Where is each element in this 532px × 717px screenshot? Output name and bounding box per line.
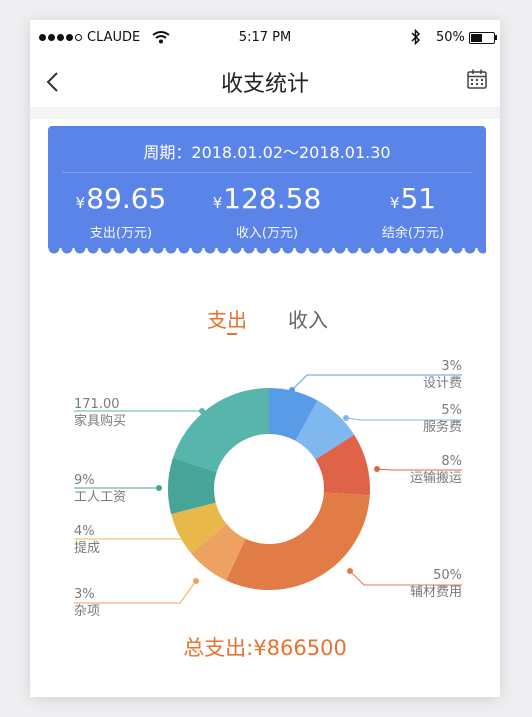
slice-name: 工人工资 — [74, 490, 127, 505]
slice-percent: 9% — [74, 473, 95, 488]
total-label: 总支出: — [183, 636, 254, 660]
leader-dot-5 — [188, 536, 194, 542]
slice-label-furniture: 171.00 家具购买 — [74, 396, 126, 430]
slice-name: 服务费 — [422, 420, 462, 435]
slice-name: 提成 — [74, 541, 101, 556]
total-value: 866500 — [266, 636, 347, 660]
slice-name: 杂项 — [74, 604, 101, 619]
total-currency: ¥ — [253, 636, 267, 660]
slice-percent: 8% — [441, 454, 462, 469]
slice-label-service: 5% 服务费 — [362, 402, 462, 436]
slice-label-wages: 9% 工人工资 — [74, 472, 126, 506]
leader-dot-3 — [347, 568, 353, 574]
slice-percent: 4% — [74, 524, 95, 539]
leader-dot-7 — [199, 408, 205, 414]
slice-percent: 3% — [74, 587, 95, 602]
donut-slice-7[interactable] — [172, 388, 269, 473]
slice-percent: 171.00 — [74, 397, 120, 412]
total-expense: 总支出:¥866500 — [30, 632, 500, 662]
leader-dot-4 — [193, 578, 199, 584]
slice-label-design: 3% 设计费 — [362, 358, 462, 392]
phone-screen: CLAUDE 5:17 PM 50% 收支统计 周期：2018.01.02～20… — [30, 20, 500, 697]
slice-label-transport: 8% 运输搬运 — [362, 453, 462, 487]
slice-percent: 5% — [441, 403, 462, 418]
slice-label-misc: 3% 杂项 — [74, 586, 100, 620]
slice-name: 运输搬运 — [409, 471, 462, 486]
slice-name: 辅材费用 — [409, 585, 462, 600]
leader-dot-0 — [289, 387, 295, 393]
slice-name: 设计费 — [422, 376, 462, 391]
slice-percent: 50% — [433, 568, 462, 583]
slice-name: 家具购买 — [74, 414, 127, 429]
slice-label-commission: 4% 提成 — [74, 523, 100, 557]
leader-dot-6 — [156, 485, 162, 491]
slice-label-materials: 50% 辅材费用 — [362, 567, 462, 601]
slice-percent: 3% — [441, 359, 462, 374]
donut-slice-3[interactable] — [225, 492, 370, 590]
leader-dot-1 — [343, 415, 349, 421]
